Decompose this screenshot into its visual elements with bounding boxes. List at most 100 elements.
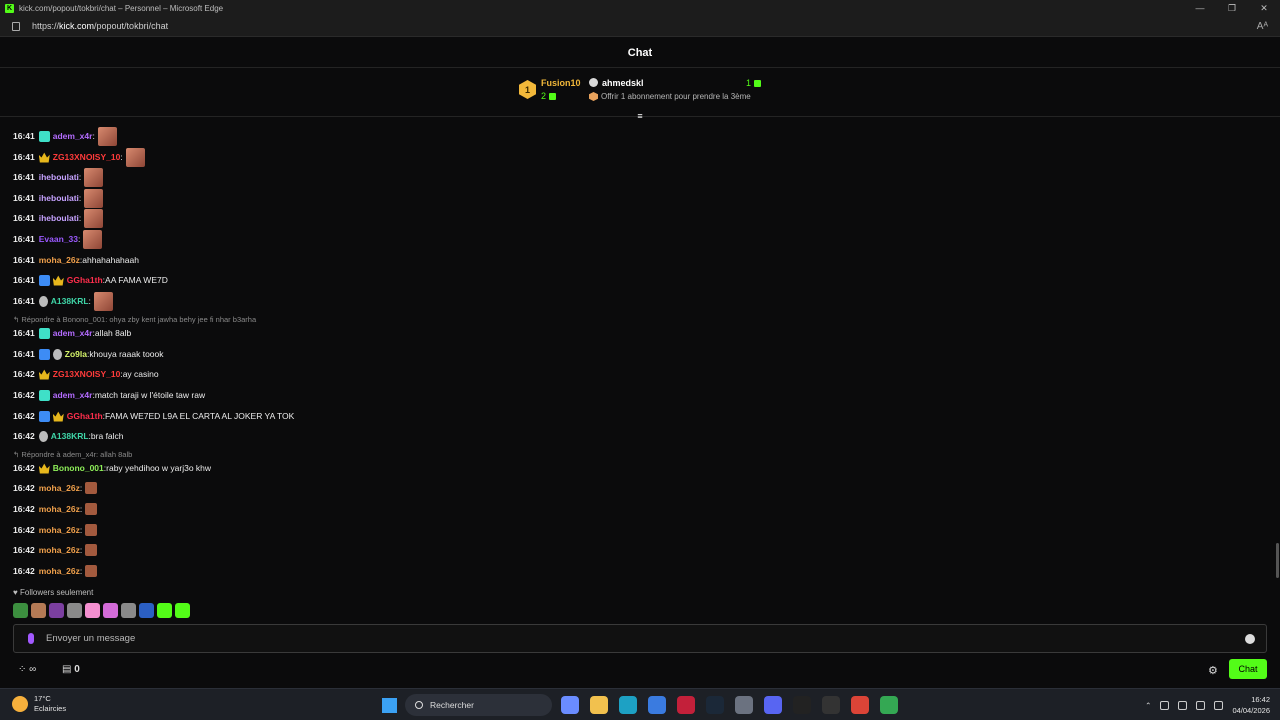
restore-button[interactable]: ❐ <box>1216 0 1248 16</box>
message-username[interactable]: moha_26z <box>39 566 80 576</box>
message-username[interactable]: moha_26z <box>39 504 80 514</box>
message-username[interactable]: A138KRL <box>51 296 89 306</box>
verify-badge-icon[interactable] <box>38 274 50 286</box>
address-bar[interactable]: https://kick.com/popout/tokbri/chat Aᴬ <box>0 16 1280 37</box>
windows-start-icon[interactable] <box>382 698 397 713</box>
message-username[interactable]: iheboulati <box>39 213 79 223</box>
lock-icon[interactable] <box>12 21 20 31</box>
message-username[interactable]: Evaan_33 <box>39 234 78 244</box>
crown-badge-icon[interactable] <box>38 463 50 474</box>
send-chat-button[interactable]: Chat <box>1229 659 1267 679</box>
top-gifter-name[interactable]: Fusion10 <box>541 78 581 88</box>
chrome-profile-icon[interactable] <box>880 696 898 714</box>
crown-badge-icon[interactable] <box>52 275 64 286</box>
og-badge-icon[interactable] <box>38 295 48 307</box>
emote-frog-icon[interactable] <box>13 603 28 618</box>
message-username[interactable]: adem_x4r <box>53 131 93 141</box>
message-input-box[interactable] <box>13 624 1267 653</box>
chat-scrollbar[interactable] <box>1276 543 1279 578</box>
capcut-icon[interactable] <box>793 696 811 714</box>
weather-widget[interactable]: 17°C Eclaircies <box>12 694 66 714</box>
store-icon[interactable] <box>648 696 666 714</box>
message-username[interactable]: adem_x4r <box>53 390 93 400</box>
crown-badge-icon[interactable] <box>38 369 50 380</box>
sub-badge-icon[interactable] <box>38 130 50 142</box>
discord-icon[interactable] <box>764 696 782 714</box>
obs-icon[interactable] <box>822 696 840 714</box>
settings-gear-icon[interactable]: ⚙ <box>1208 664 1218 677</box>
file-explorer-icon[interactable] <box>590 696 608 714</box>
emoji-icon[interactable] <box>1245 633 1255 644</box>
minimize-button[interactable]: — <box>1184 0 1216 16</box>
gift-offer-text[interactable]: Offrir 1 abonnement pour prendre la 3ème <box>601 92 751 101</box>
app-red-icon[interactable] <box>677 696 695 714</box>
emote-image[interactable] <box>125 147 145 167</box>
emote-image[interactable] <box>84 167 104 187</box>
emote-image[interactable] <box>85 482 98 494</box>
message-username[interactable]: ZG13XNOISY_10 <box>53 152 121 162</box>
emote-image[interactable] <box>97 126 117 146</box>
sub-badge-icon[interactable] <box>38 389 50 401</box>
reply-context[interactable]: ↰ Répondre à adem_x4r: allah 8alb <box>13 450 132 459</box>
close-button[interactable]: ✕ <box>1248 0 1280 16</box>
collapse-leaderboard-icon[interactable]: ≡ <box>634 111 646 121</box>
read-aloud-icon[interactable]: Aᴬ <box>1257 21 1268 32</box>
sub-badge-icon[interactable] <box>38 327 50 339</box>
message-username[interactable]: A138KRL <box>51 431 89 441</box>
emote-image[interactable] <box>85 544 98 556</box>
emote-image[interactable] <box>84 208 104 228</box>
emote-face-icon[interactable] <box>31 603 46 618</box>
emote-image[interactable] <box>83 229 103 249</box>
emote-hat-icon[interactable] <box>139 603 154 618</box>
emote-image[interactable] <box>93 291 113 311</box>
emote-image[interactable] <box>85 503 98 515</box>
message-username[interactable]: Bonono_001 <box>53 463 104 473</box>
chrome-icon[interactable] <box>851 696 869 714</box>
emote-green-smile-icon[interactable] <box>175 603 190 618</box>
volume-icon[interactable] <box>1196 700 1206 710</box>
clock[interactable]: 16:42 04/04/2026 <box>1232 694 1270 716</box>
message-username[interactable]: GGha1th <box>67 275 103 285</box>
message-username[interactable]: ZG13XNOISY_10 <box>53 369 121 379</box>
steam-icon[interactable] <box>706 696 724 714</box>
emote-image[interactable] <box>85 565 98 577</box>
emote-pink-icon[interactable] <box>85 603 100 618</box>
verify-badge-icon[interactable] <box>38 410 50 422</box>
message-username[interactable]: iheboulati <box>39 193 79 203</box>
crown-badge-icon[interactable] <box>38 152 50 163</box>
message-username[interactable]: moha_26z <box>39 255 80 265</box>
url-text[interactable]: https://kick.com/popout/tokbri/chat <box>32 21 168 31</box>
channel-points-icon[interactable]: ⁘ ∞ <box>18 664 36 675</box>
reply-context[interactable]: ↰ Répondre à Bonono_001: ohya zby kent j… <box>13 315 256 324</box>
message-username[interactable]: iheboulati <box>39 172 79 182</box>
message-input[interactable] <box>46 633 1245 644</box>
message-username[interactable]: moha_26z <box>39 483 80 493</box>
verify-badge-icon[interactable] <box>38 348 50 360</box>
copilot-icon[interactable] <box>561 696 579 714</box>
network-icon[interactable] <box>1178 700 1188 710</box>
message-username[interactable]: moha_26z <box>39 545 80 555</box>
og-badge-icon[interactable] <box>52 348 62 360</box>
settings-icon[interactable] <box>735 696 753 714</box>
og-badge-icon[interactable] <box>38 430 48 442</box>
battery-icon[interactable] <box>1214 700 1224 710</box>
emote-hand-icon[interactable] <box>103 603 118 618</box>
crown-badge-icon[interactable] <box>52 411 64 422</box>
emote-face2-icon[interactable] <box>67 603 82 618</box>
taskbar-search[interactable]: Rechercher <box>405 694 552 716</box>
store-button[interactable]: ▤ 0 <box>62 664 80 675</box>
emote-text-icon[interactable] <box>49 603 64 618</box>
message-username[interactable]: GGha1th <box>67 411 103 421</box>
microphone-icon[interactable] <box>28 633 34 644</box>
edge-icon[interactable] <box>619 696 637 714</box>
emote-image[interactable] <box>84 188 104 208</box>
chevron-up-icon[interactable]: ⌃ <box>1145 701 1151 710</box>
emote-ghost-icon[interactable] <box>121 603 136 618</box>
message-username[interactable]: Zo9la <box>65 349 87 359</box>
emote-image[interactable] <box>85 524 98 536</box>
second-gifter-name[interactable]: ahmedskl <box>602 78 644 88</box>
emote-green-face-icon[interactable] <box>157 603 172 618</box>
message-username[interactable]: adem_x4r <box>53 328 93 338</box>
microphone-tray-icon[interactable] <box>1160 700 1170 710</box>
message-username[interactable]: moha_26z <box>39 525 80 535</box>
